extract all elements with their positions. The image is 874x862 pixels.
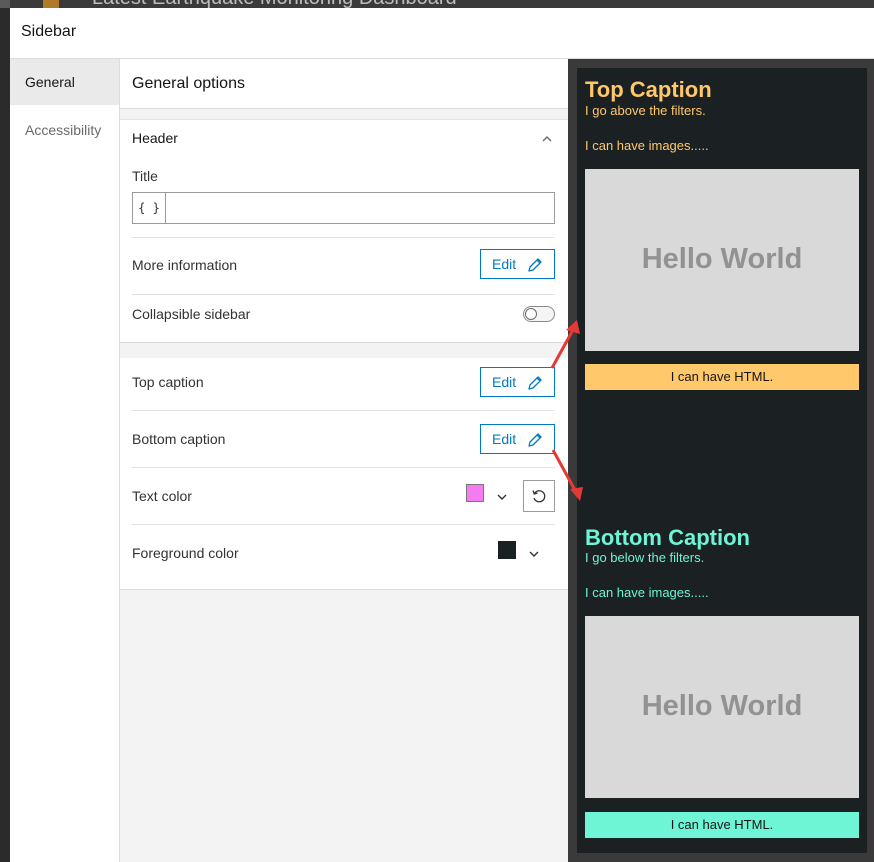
title-input-wrapper: { } — [132, 192, 555, 224]
bottom-caption-edit-button[interactable]: Edit — [480, 424, 555, 454]
top-caption-html-bar: I can have HTML. — [585, 364, 859, 390]
divider — [132, 294, 555, 295]
title-input[interactable] — [167, 195, 551, 221]
image-text: Hello World — [641, 690, 803, 722]
reset-text-color-button[interactable] — [523, 480, 555, 512]
divider — [132, 237, 555, 238]
foreground-color-swatch[interactable] — [498, 541, 516, 559]
foreground-color-label: Foreground color — [132, 545, 239, 561]
panel-title-bar: General options — [120, 59, 568, 109]
image-text: Hello World — [641, 243, 803, 275]
expression-brace-icon[interactable]: { } — [133, 193, 166, 223]
sidebar-dialog: Sidebar General Accessibility General op… — [10, 8, 874, 862]
panel-title: General options — [132, 75, 245, 92]
collapsible-sidebar-label: Collapsible sidebar — [132, 306, 251, 322]
caption-section: Top caption Edit Bottom caption Edit Tex… — [120, 358, 568, 590]
options-panel: General options Header Title { } More in… — [120, 59, 568, 862]
dialog-header: Sidebar — [10, 8, 874, 59]
chevron-down-icon[interactable] — [496, 491, 508, 503]
chevron-up-icon[interactable] — [540, 132, 554, 146]
bottom-caption-html-bar: I can have HTML. — [585, 812, 859, 838]
bottom-caption-heading: Bottom Caption — [585, 525, 750, 550]
background-app-title: Latest Earthquake Monitoring Dashboard — [92, 0, 457, 8]
preview-frame: Top Caption I go above the filters. I ca… — [577, 68, 867, 853]
top-caption-subtext: I go above the filters. — [585, 103, 706, 118]
sidebar-preview: Top Caption I go above the filters. I ca… — [568, 59, 874, 862]
more-information-edit-button[interactable]: Edit — [480, 249, 555, 279]
collapsible-sidebar-toggle[interactable] — [523, 306, 555, 322]
top-caption-images-text: I can have images..... — [585, 138, 709, 153]
app-logo-icon — [43, 0, 59, 8]
text-color-label: Text color — [132, 488, 192, 504]
toggle-knob — [525, 308, 537, 320]
pencil-icon — [528, 258, 542, 272]
divider — [132, 524, 555, 525]
divider — [132, 467, 555, 468]
settings-nav: General Accessibility — [10, 59, 120, 862]
bottom-caption-label: Bottom caption — [132, 431, 226, 447]
edit-button-label: Edit — [492, 374, 517, 390]
menu-icon — [0, 0, 10, 8]
more-information-label: More information — [132, 257, 238, 273]
header-section: Header Title { } More information Edit C… — [120, 119, 568, 343]
text-color-swatch[interactable] — [466, 484, 484, 502]
nav-item-accessibility[interactable]: Accessibility — [10, 107, 119, 153]
top-caption-heading: Top Caption — [585, 77, 712, 102]
header-section-label: Header — [132, 130, 178, 146]
nav-item-general[interactable]: General — [10, 59, 119, 105]
top-caption-label: Top caption — [132, 374, 204, 390]
chevron-down-icon[interactable] — [528, 548, 540, 560]
top-caption-image: Hello World — [585, 169, 859, 351]
reset-icon — [532, 490, 546, 503]
divider — [132, 410, 555, 411]
edit-button-label: Edit — [492, 431, 517, 447]
title-field-label: Title — [132, 168, 158, 184]
bottom-caption-images-text: I can have images..... — [585, 585, 709, 600]
edit-button-label: Edit — [492, 256, 517, 272]
top-caption-edit-button[interactable]: Edit — [480, 367, 555, 397]
bottom-caption-image: Hello World — [585, 616, 859, 798]
background-app-bar: Latest Earthquake Monitoring Dashboard — [0, 0, 874, 8]
pencil-icon — [528, 376, 542, 390]
pencil-icon — [528, 433, 542, 447]
dialog-title: Sidebar — [21, 23, 77, 40]
bottom-caption-subtext: I go below the filters. — [585, 550, 705, 565]
